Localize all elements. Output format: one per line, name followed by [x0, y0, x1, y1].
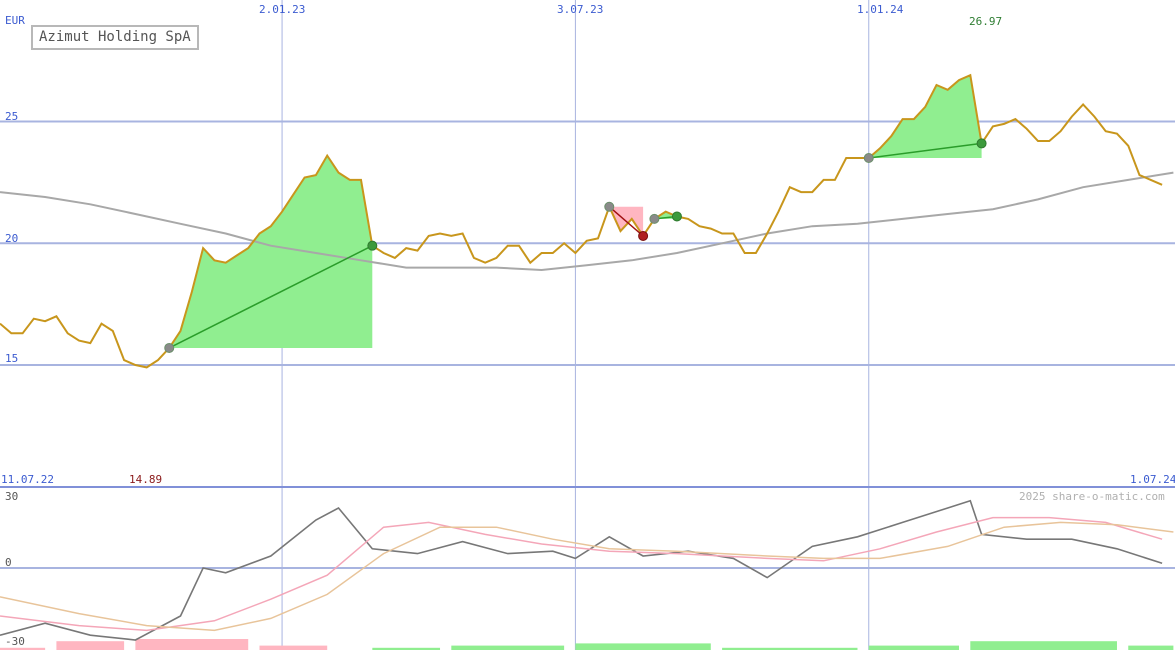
histogram-bar-2 [56, 641, 125, 650]
range-end-label: 1.07.24 [1130, 473, 1175, 486]
signal-line-slow [0, 521, 1174, 632]
signal-exit-marker-1 [367, 240, 378, 251]
y-tick-label-25: 25 [5, 110, 19, 123]
high-value-label: 26.97 [969, 15, 1003, 28]
x-tick-label-2: 3.07.23 [557, 3, 604, 16]
signal-exit-marker-3 [671, 211, 682, 222]
chart-title: Azimut Holding SpA [31, 25, 199, 50]
x-tick-label-3: 1.01.24 [857, 3, 904, 16]
signal-area-1 [169, 155, 373, 348]
signal-entry-marker-4 [863, 153, 874, 164]
y-tick-label-15: 15 [5, 352, 19, 365]
currency-label: EUR [5, 14, 25, 27]
chart-canvas [0, 0, 1175, 650]
histogram-bar-11 [1128, 645, 1174, 650]
indicator-y-tick-30: 30 [5, 490, 19, 503]
signal-exit-marker-2 [638, 230, 649, 241]
histogram-bar-9 [868, 645, 960, 650]
watermark: 2025 share-o-matic.com [1019, 490, 1165, 503]
signal-entry-marker-1 [164, 342, 175, 353]
histogram-bar-3 [135, 639, 249, 650]
signal-entry-marker-3 [649, 213, 660, 224]
price-line-layer [0, 73, 1163, 369]
y-tick-label-20: 20 [5, 232, 19, 245]
histogram-bar-6 [451, 645, 565, 650]
signal-entry-marker-2 [604, 201, 615, 212]
indicator-y-tick-minus-30: -30 [5, 635, 25, 648]
histogram-bar-7 [575, 643, 711, 650]
x-tick-label-1: 2.01.23 [259, 3, 306, 16]
signal-exit-marker-4 [976, 138, 987, 149]
indicator-layer [0, 499, 1174, 650]
histogram-bar-10 [970, 641, 1117, 650]
average-line-layer [0, 171, 1174, 272]
low-value-label: 14.89 [129, 473, 163, 486]
range-start-label: 11.07.22 [1, 473, 54, 486]
price-line [0, 73, 1163, 369]
indicator-y-tick-0: 0 [5, 556, 12, 569]
moving-average-line [0, 171, 1174, 272]
grid-layer [0, 0, 1175, 650]
histogram-bar-4 [259, 645, 328, 650]
oscillator-line [0, 499, 1163, 641]
